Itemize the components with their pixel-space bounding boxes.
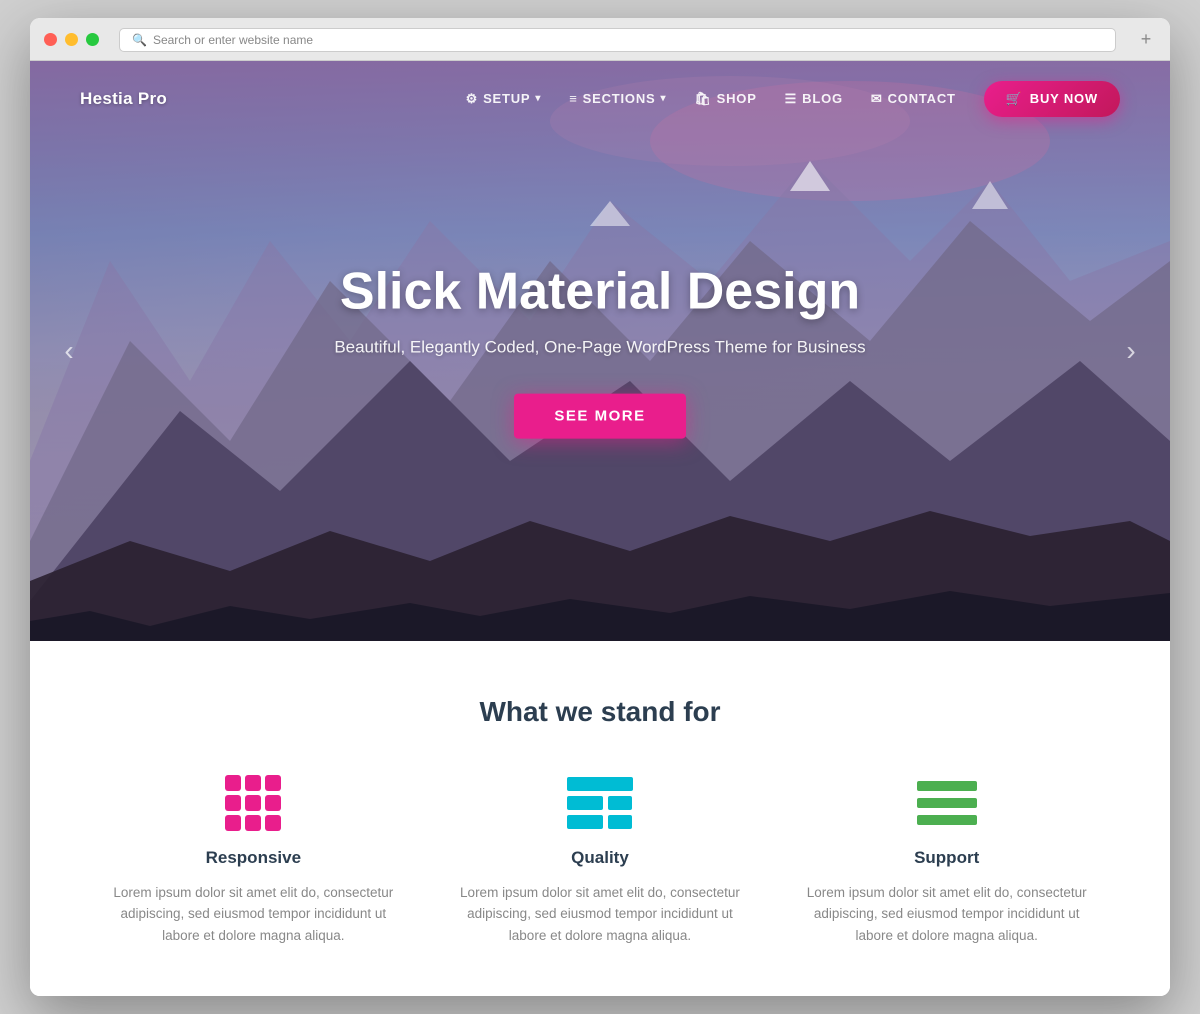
- setup-icon: ⚙: [466, 91, 478, 107]
- support-title: Support: [803, 848, 1090, 868]
- see-more-button[interactable]: SEE MORE: [514, 394, 685, 439]
- hero-section: Hestia Pro ⚙ SETUP ▾ ≡ SECTIONS ▾ 🛍 SHO: [30, 61, 1170, 641]
- navbar-brand[interactable]: Hestia Pro: [80, 89, 167, 109]
- carousel-prev-button[interactable]: ‹: [50, 332, 88, 370]
- feature-quality: Quality Lorem ipsum dolor sit amet elit …: [437, 778, 764, 947]
- nav-item-setup[interactable]: ⚙ SETUP ▾: [466, 91, 542, 107]
- nav-label-blog: BLOG: [802, 91, 843, 106]
- sections-icon: ≡: [569, 91, 577, 106]
- contact-icon: ✉: [871, 91, 883, 107]
- navbar-nav: ⚙ SETUP ▾ ≡ SECTIONS ▾ 🛍 SHOP ☰: [466, 81, 1120, 117]
- url-bar[interactable]: 🔍 Search or enter website name: [119, 28, 1116, 52]
- new-tab-button[interactable]: +: [1136, 30, 1156, 50]
- quality-description: Lorem ipsum dolor sit amet elit do, cons…: [457, 882, 744, 947]
- nav-item-blog[interactable]: ☰ BLOG: [785, 91, 843, 107]
- browser-window: 🔍 Search or enter website name +: [30, 18, 1170, 997]
- nav-label-sections: SECTIONS: [583, 91, 656, 106]
- features-section: What we stand for: [30, 641, 1170, 997]
- buy-now-button[interactable]: 🛒 BUY NOW: [984, 81, 1120, 117]
- navbar: Hestia Pro ⚙ SETUP ▾ ≡ SECTIONS ▾ 🛍 SHO: [30, 61, 1170, 137]
- cart-icon: 🛒: [1006, 91, 1023, 107]
- responsive-description: Lorem ipsum dolor sit amet elit do, cons…: [110, 882, 397, 947]
- minimize-button[interactable]: [65, 33, 78, 46]
- nav-label-shop: SHOP: [717, 91, 757, 106]
- features-title: What we stand for: [90, 696, 1110, 728]
- search-icon: 🔍: [132, 33, 147, 47]
- close-button[interactable]: [44, 33, 57, 46]
- carousel-next-button[interactable]: ›: [1112, 332, 1150, 370]
- support-icon: [912, 778, 982, 828]
- buy-now-label: BUY NOW: [1030, 91, 1098, 106]
- nav-label-contact: CONTACT: [888, 91, 956, 106]
- maximize-button[interactable]: [86, 33, 99, 46]
- hero-content: Slick Material Design Beautiful, Elegant…: [144, 262, 1056, 439]
- support-description: Lorem ipsum dolor sit amet elit do, cons…: [803, 882, 1090, 947]
- site-content: Hestia Pro ⚙ SETUP ▾ ≡ SECTIONS ▾ 🛍 SHO: [30, 61, 1170, 997]
- nav-item-sections[interactable]: ≡ SECTIONS ▾: [569, 91, 666, 106]
- blog-icon: ☰: [785, 91, 797, 107]
- chevron-down-icon-2: ▾: [660, 93, 666, 104]
- hero-title: Slick Material Design: [144, 262, 1056, 322]
- responsive-icon: [218, 778, 288, 828]
- nav-item-shop[interactable]: 🛍 SHOP: [694, 91, 756, 107]
- url-text: Search or enter website name: [153, 33, 313, 47]
- quality-title: Quality: [457, 848, 744, 868]
- chevron-down-icon: ▾: [535, 93, 541, 104]
- quality-icon: [565, 778, 635, 828]
- features-grid: Responsive Lorem ipsum dolor sit amet el…: [90, 778, 1110, 947]
- nav-item-contact[interactable]: ✉ CONTACT: [871, 91, 956, 107]
- shop-icon: 🛍: [694, 91, 711, 107]
- browser-chrome: 🔍 Search or enter website name +: [30, 18, 1170, 61]
- responsive-title: Responsive: [110, 848, 397, 868]
- hero-subtitle: Beautiful, Elegantly Coded, One-Page Wor…: [144, 338, 1056, 358]
- nav-label-setup: SETUP: [483, 91, 530, 106]
- feature-responsive: Responsive Lorem ipsum dolor sit amet el…: [90, 778, 417, 947]
- feature-support: Support Lorem ipsum dolor sit amet elit …: [783, 778, 1110, 947]
